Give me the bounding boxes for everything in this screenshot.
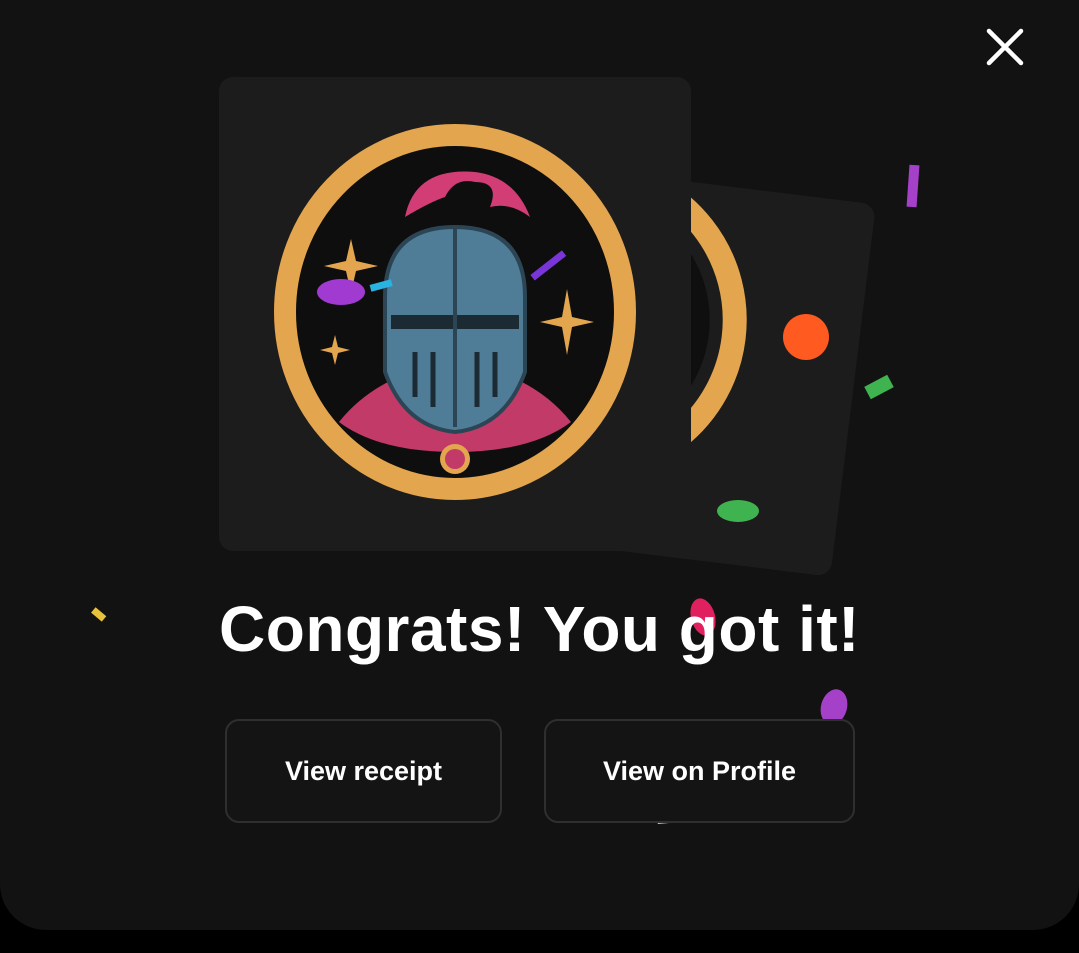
view-on-profile-label: View on Profile [602, 755, 797, 786]
close-button[interactable] [980, 22, 1030, 72]
view-receipt-button[interactable]: View receipt [225, 719, 502, 823]
view-receipt-label: View receipt [284, 755, 443, 786]
success-modal: Congrats! You got it! View receipt View … [0, 0, 1079, 930]
close-icon [986, 28, 1024, 66]
knight-helmet-badge [274, 124, 636, 500]
collectible-card [219, 77, 691, 551]
view-on-profile-button[interactable]: View on Profile [544, 719, 855, 823]
success-headline: Congrats! You got it! [219, 593, 860, 665]
